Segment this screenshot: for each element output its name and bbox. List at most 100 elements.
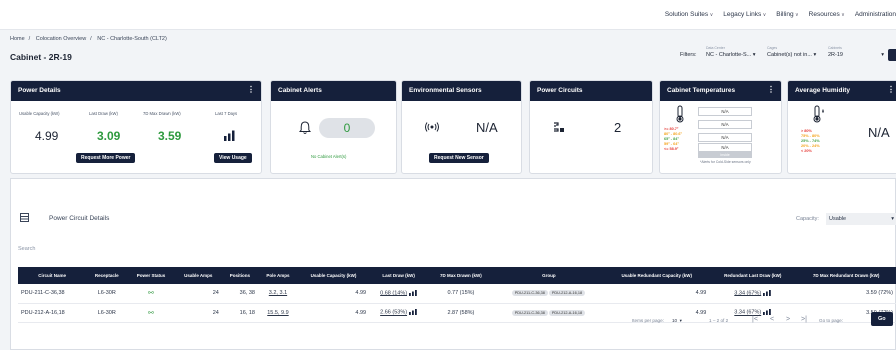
temp-sensor-upper: N/A <box>698 120 752 129</box>
alert-count: 0 <box>319 118 375 138</box>
nav-resources[interactable]: Resources <box>809 11 845 18</box>
col-group[interactable]: Group <box>493 267 605 284</box>
power-details-title: Power Details <box>18 87 61 94</box>
humidity-thermometer-icon <box>813 105 824 123</box>
pole-amps-link[interactable]: 3.2, 3.1 <box>257 284 298 304</box>
temp-sensor-bottom: N/A <box>698 143 752 152</box>
last-page-icon[interactable]: >| <box>801 316 807 323</box>
usable-capacity: 4.99 <box>297 284 370 304</box>
bar-chart-icon[interactable] <box>223 130 236 141</box>
next-page-icon[interactable]: > <box>786 316 790 323</box>
table-icon <box>20 213 29 222</box>
env-sensor-value: N/A <box>476 120 498 135</box>
average-humidity-card: Average Humidity ⋮ > 80% 75% - 80% 25% - … <box>787 80 896 174</box>
nav-legacy-links[interactable]: Legacy Links <box>723 11 766 18</box>
col-redundant-capacity[interactable]: Usable Redundant Capacity (kW) <box>604 267 710 284</box>
circuit-table: Circuit Name Receptacle Power Status Usa… <box>18 267 896 323</box>
bar-chart-icon[interactable] <box>763 309 772 316</box>
redundant-last-draw-link[interactable]: 3.34 (67%) <box>734 290 761 296</box>
page-range: 1 – 2 of 2 <box>709 318 729 323</box>
bell-icon <box>299 121 311 134</box>
more-icon[interactable]: ⋮ <box>247 86 255 94</box>
data-center-label: Data Center <box>706 46 725 50</box>
request-new-sensor-button[interactable]: Request New Sensor <box>429 153 489 163</box>
col-usable-capacity[interactable]: Usable Capacity (kW) <box>297 267 370 284</box>
positions: 36, 38 <box>221 284 258 304</box>
pole-amps-link[interactable]: 15.5, 9.9 <box>257 303 298 323</box>
max-drawn: 0.77 (15%) <box>428 284 494 304</box>
group-chip: PDU-211-C-36,38 <box>511 290 548 297</box>
power-on-icon: ⚯ <box>148 309 154 317</box>
col-power-status[interactable]: Power Status <box>127 267 175 284</box>
group-chip: PDU-212-A-16,18 <box>548 309 586 316</box>
col-last-draw[interactable]: Last Draw (kW) <box>369 267 429 284</box>
col-receptacle[interactable]: Receptacle <box>86 267 128 284</box>
temp-legend-3: 65° - 84° <box>664 137 679 141</box>
top-nav: Solution Suites Legacy Links Billing Res… <box>0 0 896 30</box>
redundant-last-draw-cell: 3.34 (67%) <box>709 284 797 304</box>
breadcrumb-home[interactable]: Home <box>10 36 25 42</box>
filter-apply-button[interactable] <box>888 49 896 61</box>
capacity-select[interactable]: Usable ▾ <box>826 213 896 225</box>
temp-legend-1: >= 80.7° <box>664 127 679 131</box>
data-center-select[interactable]: NC - Charlotte-S... ▾ <box>706 52 756 58</box>
power-plug-icon <box>554 122 564 132</box>
cold-side-note: *Alerts for Cold-Side sensors only <box>700 160 751 164</box>
breadcrumb-site[interactable]: NC - Charlotte-South (CLT2) <box>97 36 167 42</box>
cabinets-label: Cabinets <box>828 46 842 50</box>
more-icon[interactable]: ⋮ <box>887 86 895 94</box>
max-drawn: 2.87 (58%) <box>428 303 494 323</box>
temp-sensor-lower: N/A <box>698 133 752 142</box>
nav-administration[interactable]: Administration <box>855 11 896 18</box>
last-draw-link[interactable]: 2.66 (53%) <box>380 310 407 316</box>
group-chip: PDU-211-C-36,38 <box>511 309 548 316</box>
table-row: PDU-211-C-36,38 L6-30R ⚯ 24 36, 38 3.2, … <box>18 284 896 304</box>
col-redundant-max[interactable]: 7D Max Redundant Drawn (kW) <box>796 267 896 284</box>
prev-page-icon[interactable]: < <box>770 316 774 323</box>
go-button[interactable]: Go <box>871 312 893 326</box>
items-per-page-select[interactable]: 10 ▾ <box>672 318 682 324</box>
no-alerts-note: No Cabinet Alert(s) <box>311 154 347 159</box>
cages-select[interactable]: Cabinet(s) not in... ▾ <box>767 52 816 58</box>
table-header: Circuit Name Receptacle Power Status Usa… <box>18 267 896 284</box>
power-status-cell: ⚯ <box>127 303 175 323</box>
redundant-max: 3.59 (72%) <box>796 284 896 304</box>
nav-billing[interactable]: Billing <box>776 11 798 18</box>
col-usable-amps[interactable]: Usable Amps <box>174 267 222 284</box>
cabinet-alerts-title: Cabinet Alerts <box>271 81 396 101</box>
more-icon[interactable]: ⋮ <box>767 86 775 94</box>
col-pole-amps[interactable]: Pole Amps <box>257 267 298 284</box>
items-per-page-label: Items per page: <box>632 318 664 323</box>
power-status-cell: ⚯ <box>127 284 175 304</box>
view-usage-button[interactable]: View Usage <box>214 153 252 163</box>
first-page-icon[interactable]: |< <box>752 316 758 323</box>
power-on-icon: ⚯ <box>148 290 154 298</box>
col-redundant-last-draw[interactable]: Redundant Last Draw (kW) <box>709 267 797 284</box>
usable-capacity: 4.99 <box>297 303 370 323</box>
request-more-power-button[interactable]: Request More Power <box>76 153 136 163</box>
redundant-last-draw-link[interactable]: 3.34 (67%) <box>734 310 761 316</box>
humidity-legend-4: 20% - 24% <box>801 144 820 148</box>
col-positions[interactable]: Positions <box>221 267 258 284</box>
search-input[interactable]: Search <box>18 246 35 252</box>
group-cell: PDU-211-C-36,38 PDU-212-A-16,18 <box>493 303 605 323</box>
max-drawn-label: 7D Max Drawn (kW) <box>143 111 181 116</box>
breadcrumb-colocation[interactable]: Colocation Overview <box>36 36 86 42</box>
nav-solution-suites[interactable]: Solution Suites <box>665 11 713 18</box>
temp-legend-5: <= 58.9° <box>664 147 679 151</box>
filters-label: Filters: <box>680 52 697 58</box>
cages-label: Cages <box>767 46 778 50</box>
last-draw-link[interactable]: 0.68 (14%) <box>380 290 407 296</box>
col-max-drawn[interactable]: 7D Max Drawn (kW) <box>428 267 494 284</box>
cabinets-select[interactable]: 2R-19 ▾ <box>828 52 884 58</box>
average-humidity-title: Average Humidity <box>795 87 851 94</box>
bar-chart-icon[interactable] <box>409 309 417 316</box>
col-circuit-name[interactable]: Circuit Name <box>18 267 87 284</box>
goto-page-input[interactable]: Go to page: <box>819 318 843 323</box>
last-draw-value: 3.09 <box>97 129 121 143</box>
max-drawn-value: 3.59 <box>158 129 182 143</box>
bar-chart-icon[interactable] <box>409 290 417 297</box>
group-chip: PDU-212-A-16,18 <box>548 290 586 297</box>
power-details-card: Power Details ⋮ Usable Capacity (kW) Last… <box>10 80 262 174</box>
bar-chart-icon[interactable] <box>763 290 772 297</box>
